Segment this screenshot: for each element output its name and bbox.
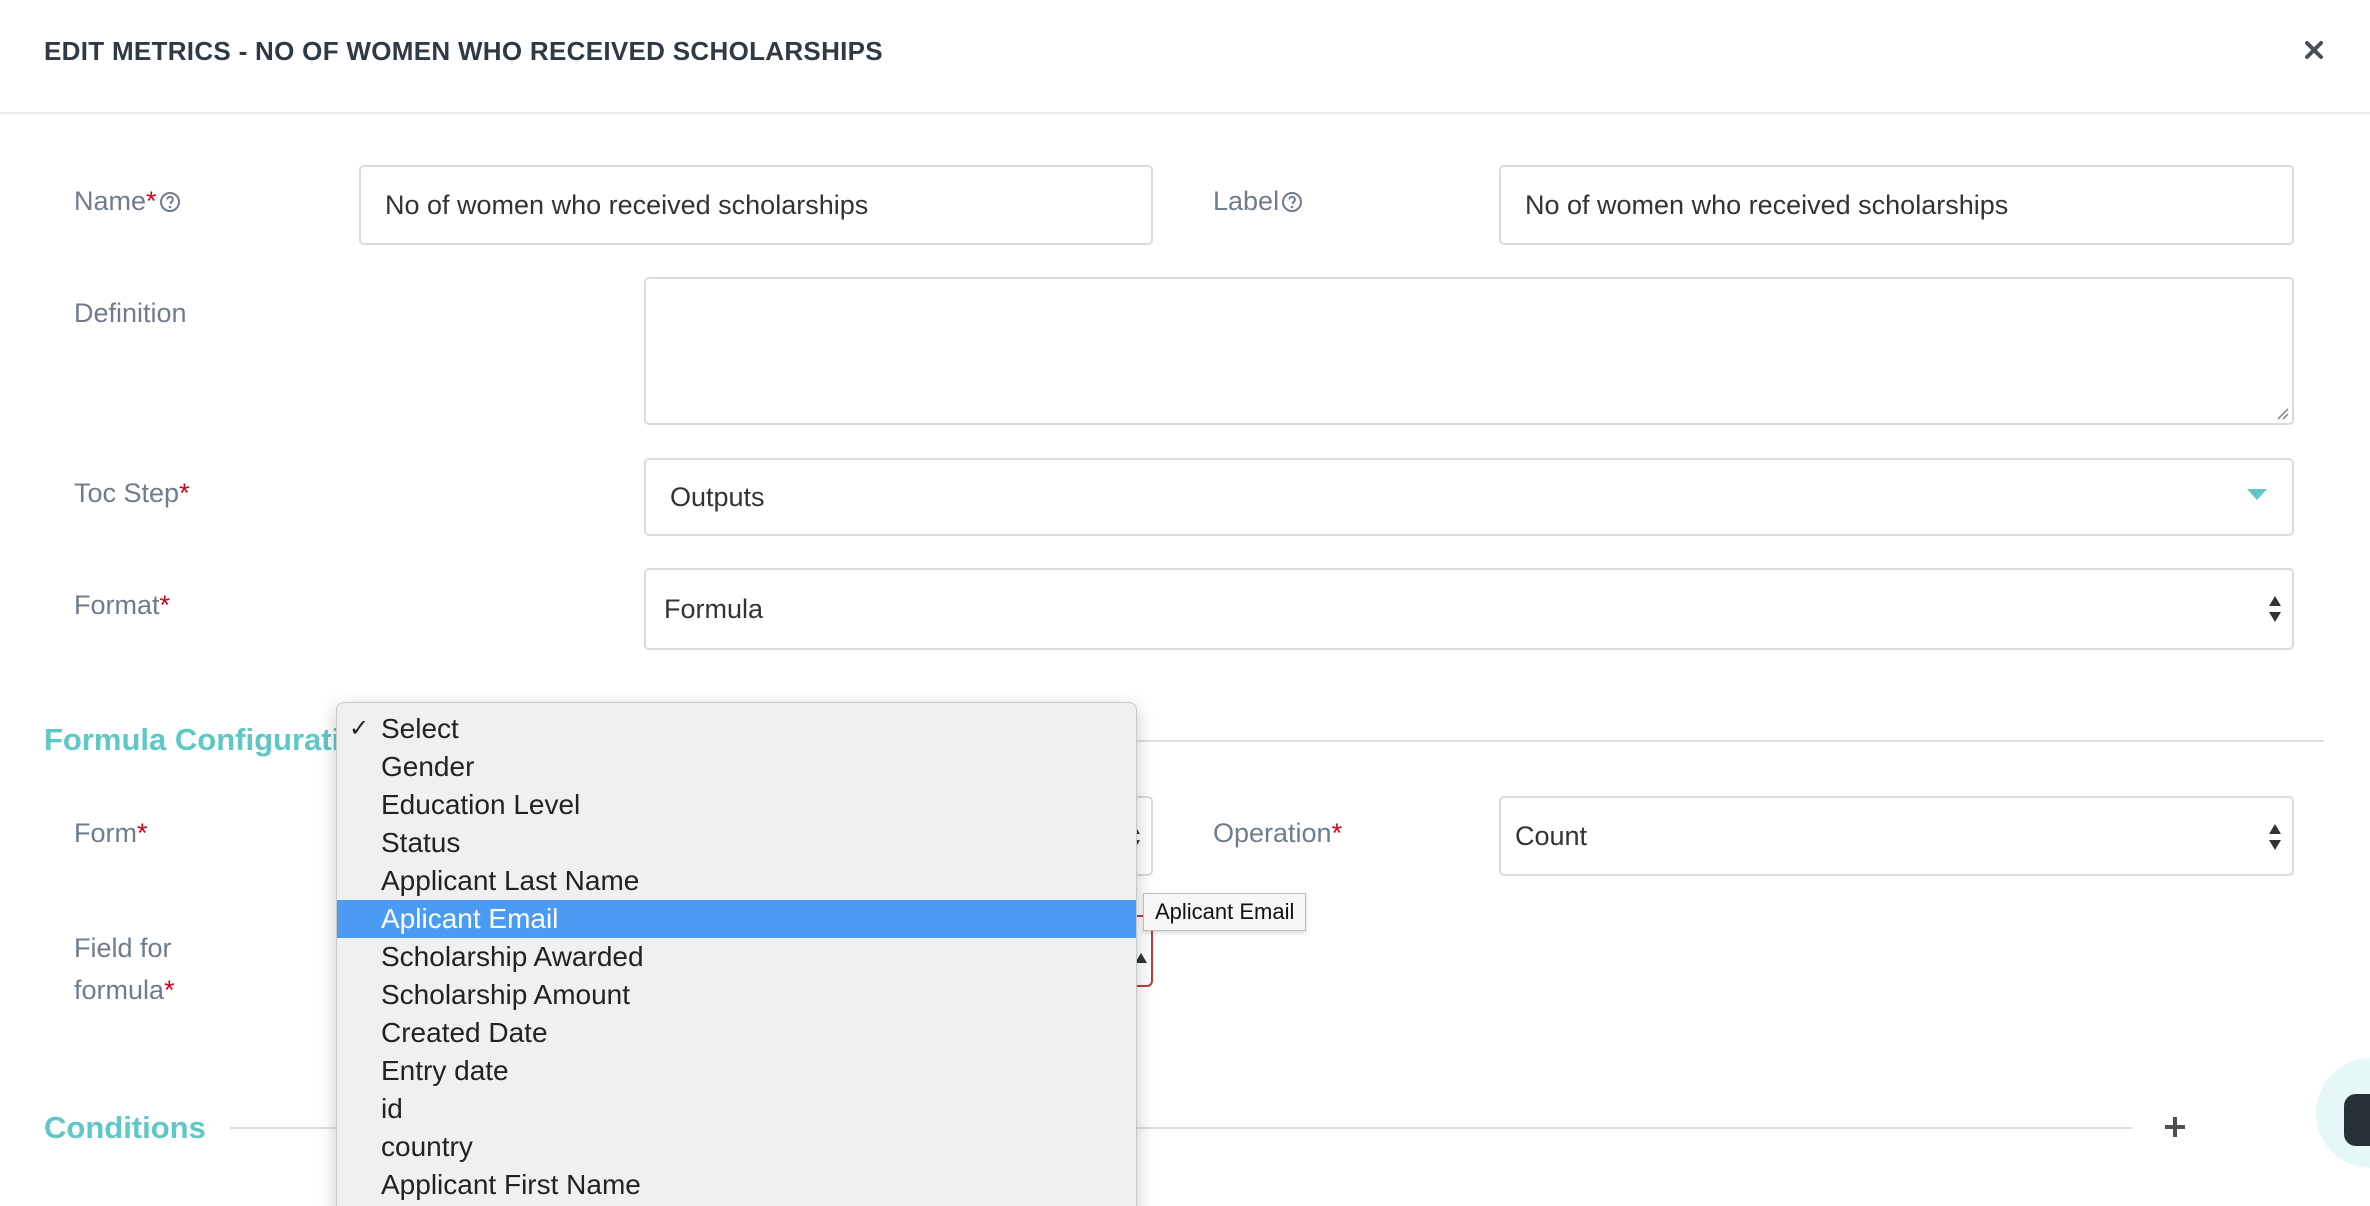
required-mark: * [164, 975, 175, 1005]
dropdown-option-label: Scholarship Awarded [381, 941, 644, 972]
dropdown-option-label: Applicant First Name [381, 1169, 641, 1200]
dropdown-option-label: Scholarship Amount [381, 979, 631, 1010]
format-value: Formula [664, 593, 764, 624]
option-tooltip: Aplicant Email [1143, 893, 1307, 931]
format-label-text: Format [74, 590, 160, 620]
name-label-text: Name [74, 186, 147, 216]
select-arrows-icon [2269, 824, 2281, 850]
label-input-value: No of women who received scholarships [1525, 189, 2009, 220]
format-label: Format* [74, 590, 170, 621]
field-dropdown-list: ✓ Select Gender Education Level Status A… [336, 702, 1137, 1206]
name-input[interactable]: No of women who received scholarships [359, 165, 1153, 245]
dropdown-option[interactable]: Education Level [337, 786, 1136, 824]
required-mark: * [159, 590, 171, 620]
dropdown-option-label: Status [381, 827, 461, 858]
field-for-formula-line2: formula [74, 975, 165, 1005]
dropdown-option-label: Applicant Last Name [381, 865, 640, 896]
close-button[interactable] [2298, 34, 2330, 66]
dropdown-option[interactable]: Applicant First Name [337, 1166, 1136, 1204]
dropdown-option-label: country [381, 1131, 473, 1162]
required-mark: * [137, 818, 148, 848]
operation-label-text: Operation [1213, 818, 1332, 848]
dropdown-option[interactable]: Applicant Last Name [337, 862, 1136, 900]
caret-down-icon [2247, 489, 2267, 500]
section-divider [1137, 740, 2324, 742]
dropdown-option[interactable]: id [337, 1090, 1136, 1128]
modal-title: EDIT METRICS - NO OF WOMEN WHO RECEIVED … [44, 36, 883, 66]
toc-step-label: Toc Step* [74, 478, 190, 509]
dropdown-option-label: Gender [381, 751, 475, 782]
resize-handle-icon[interactable] [2273, 404, 2289, 420]
modal-header: EDIT METRICS - NO OF WOMEN WHO RECEIVED … [0, 0, 2370, 114]
toc-step-label-text: Toc Step [74, 478, 180, 508]
dropdown-option[interactable]: Gender [337, 748, 1136, 786]
dropdown-option-label: id [381, 1093, 403, 1124]
dropdown-option[interactable]: ✓ Select [337, 710, 1136, 748]
dropdown-option[interactable]: Status [337, 824, 1136, 862]
toc-step-select[interactable]: Outputs [644, 458, 2294, 536]
label-label-text: Label [1213, 186, 1280, 216]
toc-step-value: Outputs [670, 481, 765, 512]
chat-icon [2344, 1094, 2370, 1146]
dropdown-option-label: Entry date [381, 1055, 509, 1086]
operation-select[interactable]: Count [1499, 796, 2294, 876]
definition-label: Definition [74, 298, 187, 328]
dropdown-option[interactable]: Scholarship Awarded [337, 938, 1136, 976]
formula-configuration-title: Formula Configuratio [44, 722, 360, 757]
dropdown-option-label: Aplicant Email [381, 903, 559, 934]
dropdown-option-highlighted[interactable]: Aplicant Email [337, 900, 1136, 938]
close-icon [2305, 41, 2323, 59]
field-for-formula-label: Field for formula* [74, 927, 175, 1011]
edit-metrics-modal: EDIT METRICS - NO OF WOMEN WHO RECEIVED … [0, 0, 2370, 1206]
checkmark-icon: ✓ [349, 715, 370, 742]
help-icon[interactable] [159, 189, 181, 220]
dropdown-option-label: Education Level [381, 789, 581, 820]
conditions-title: Conditions [44, 1110, 206, 1145]
plus-icon [2165, 1117, 2185, 1137]
dropdown-option[interactable]: Entry date [337, 1052, 1136, 1090]
required-mark: * [146, 186, 157, 216]
dropdown-option-label: Select [381, 713, 459, 744]
dropdown-option-label: Created Date [381, 1017, 548, 1048]
operation-label: Operation* [1213, 818, 1342, 849]
label-input[interactable]: No of women who received scholarships [1499, 165, 2294, 245]
select-arrows-icon [2269, 596, 2281, 622]
operation-value: Count [1515, 820, 1588, 851]
label-label: Label [1213, 186, 1303, 220]
dropdown-option[interactable]: Scholarship Amount [337, 976, 1136, 1014]
field-for-formula-line1: Field for [74, 933, 172, 963]
name-label: Name* [74, 186, 181, 220]
format-select[interactable]: Formula [644, 568, 2294, 650]
definition-textarea[interactable] [644, 277, 2294, 425]
dropdown-option[interactable]: Created Date [337, 1014, 1136, 1052]
dropdown-option[interactable]: country [337, 1128, 1136, 1166]
required-mark: * [179, 478, 190, 508]
required-mark: * [1331, 818, 1343, 848]
help-icon[interactable] [1281, 189, 1303, 220]
add-condition-button[interactable] [2162, 1114, 2188, 1140]
name-input-value: No of women who received scholarships [385, 189, 869, 220]
form-label-text: Form [74, 818, 137, 848]
form-label: Form* [74, 818, 148, 849]
